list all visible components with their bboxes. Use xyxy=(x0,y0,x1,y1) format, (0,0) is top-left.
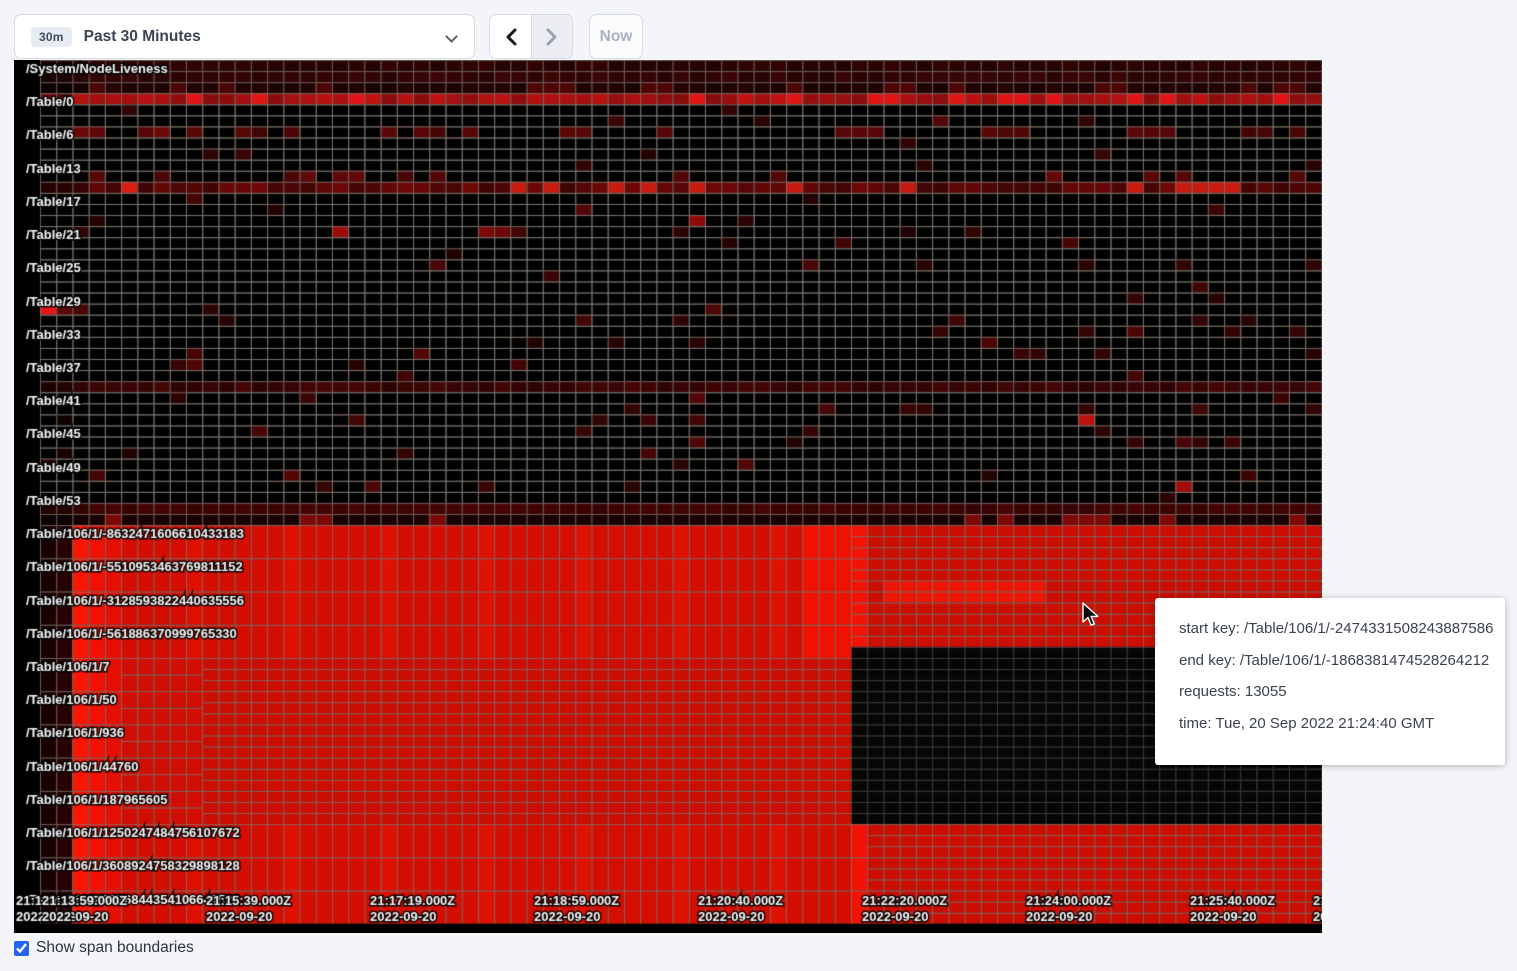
time-range-badge: 30m xyxy=(31,27,72,47)
keyvis-heatmap-container xyxy=(14,60,1322,933)
span-tooltip: start key: /Table/106/1/-247433150824388… xyxy=(1155,598,1505,765)
keyvis-heatmap-canvas[interactable] xyxy=(14,60,1322,933)
chevron-right-icon xyxy=(546,28,558,46)
tooltip-time: time: Tue, 20 Sep 2022 21:24:40 GMT xyxy=(1179,715,1495,732)
now-button[interactable]: Now xyxy=(589,14,643,59)
time-range-dropdown[interactable]: 30m Past 30 Minutes xyxy=(14,14,475,59)
mouse-cursor-icon xyxy=(1081,602,1100,629)
next-time-button[interactable] xyxy=(531,15,572,58)
chevron-down-icon xyxy=(445,30,458,43)
chevron-left-icon xyxy=(505,28,517,46)
show-span-boundaries-label: Show span boundaries xyxy=(36,939,194,957)
show-span-boundaries-checkbox[interactable] xyxy=(14,941,29,956)
prev-time-button[interactable] xyxy=(490,15,531,58)
tooltip-end-key: end key: /Table/106/1/-18683814745282642… xyxy=(1179,652,1495,669)
time-range-label: Past 30 Minutes xyxy=(84,28,201,46)
tooltip-start-key: start key: /Table/106/1/-247433150824388… xyxy=(1179,620,1495,637)
keyvis-page: 30m Past 30 Minutes Now start key: /Tabl… xyxy=(0,0,1517,971)
tooltip-requests: requests: 13055 xyxy=(1179,683,1495,700)
time-nav-group xyxy=(489,14,573,59)
footer-controls: Show span boundaries xyxy=(14,939,194,957)
